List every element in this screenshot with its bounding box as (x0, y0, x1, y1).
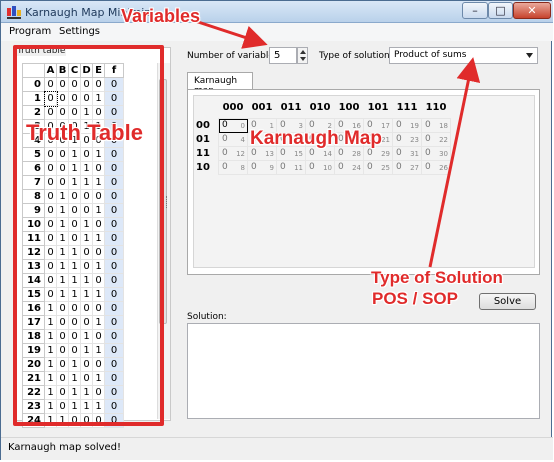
solution-type-arrow (428, 57, 481, 268)
annotation-arrows (191, 18, 481, 268)
annotation-truth-table: Truth Table (26, 120, 143, 145)
annotation-karnaugh-map: Karnaugh Map (250, 128, 382, 149)
annotation-type-of-solution: Type of Solution (371, 268, 503, 287)
annotation-variables: Variables (121, 6, 201, 26)
variables-arrow (191, 18, 268, 49)
annotation-pos-sop: POS / SOP (372, 289, 458, 308)
